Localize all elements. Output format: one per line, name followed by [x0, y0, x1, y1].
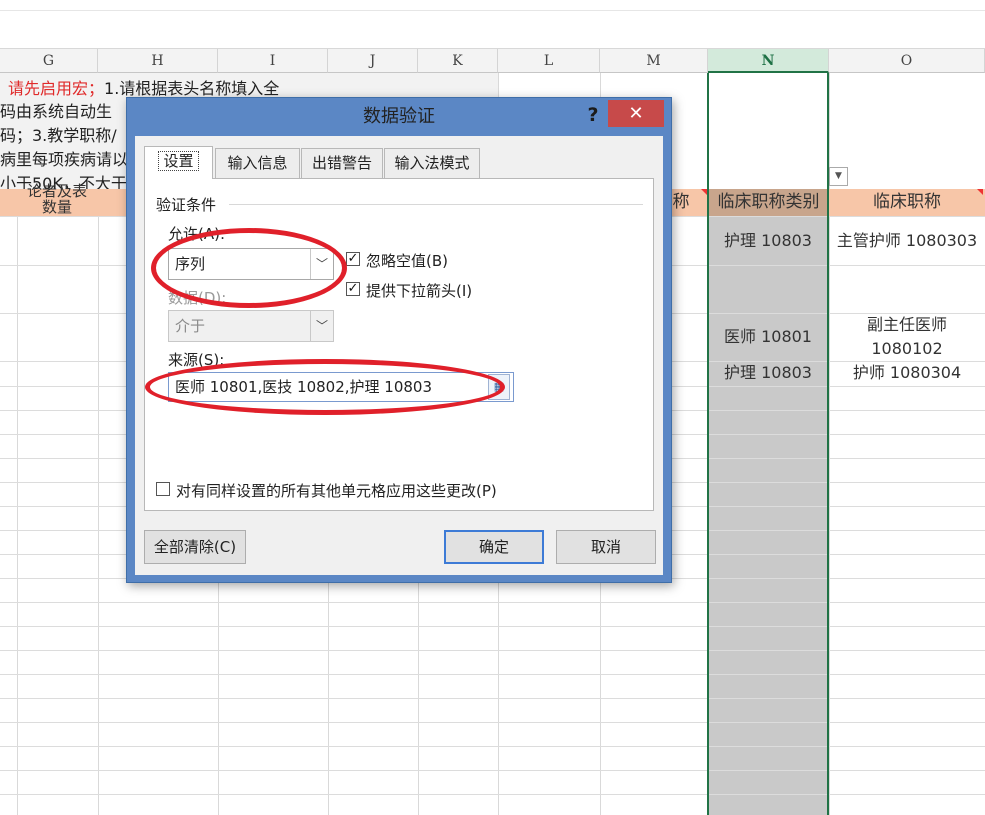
data-value: 介于 [175, 317, 206, 335]
header-g-line2: 数量 [41, 198, 72, 216]
column-header-k[interactable]: K [418, 49, 498, 73]
header-cell-g[interactable]: 论者及表 数量 [15, 182, 99, 215]
tab-settings-label: 设置 [158, 151, 199, 171]
cell-n-row1[interactable]: 护理 10803 [708, 229, 828, 253]
column-header-l[interactable]: L [498, 49, 600, 73]
source-label: 来源(S): [168, 351, 225, 369]
formula-bar-area [0, 0, 985, 49]
source-value: 医师 10801,医技 10802,护理 10803 [175, 378, 432, 396]
header-g-line1: 论者及表 [26, 182, 87, 200]
column-header-j[interactable]: J [328, 49, 418, 73]
cell-o-row1[interactable]: 主管护师 1080303 [829, 229, 985, 253]
cell-n-instructions[interactable] [708, 73, 828, 189]
tab-error-alert[interactable]: 出错警告 [301, 148, 383, 178]
column-header-i[interactable]: I [218, 49, 328, 73]
tab-settings[interactable]: 设置 [144, 146, 213, 179]
clear-all-button[interactable]: 全部清除(C) [144, 530, 246, 564]
cell-o-row2[interactable]: 副主任医师 1080102 [829, 313, 985, 361]
cell-n-row3[interactable]: 护理 10803 [708, 361, 828, 385]
cell-o-row2-line1: 副主任医师 [866, 315, 947, 334]
column-header-m[interactable]: M [600, 49, 708, 73]
section-divider [229, 204, 643, 205]
source-input[interactable]: 医师 10801,医技 10802,护理 10803 [168, 372, 514, 402]
data-validation-dialog: 数据验证 ? ✕ 设置 输入信息 出错警告 输入法模式 验证条件 允许(A): … [126, 97, 672, 583]
dialog-body: 设置 输入信息 出错警告 输入法模式 验证条件 允许(A): 序列 ﹀ ✓ 忽略… [135, 136, 663, 575]
settings-panel: 验证条件 允许(A): 序列 ﹀ ✓ 忽略空值(B) ✓ 提供下拉箭头(I) 数… [144, 178, 654, 511]
cell-o-row3[interactable]: 护师 1080304 [829, 361, 985, 385]
data-label: 数据(D): [168, 289, 227, 307]
tab-input-message[interactable]: 输入信息 [215, 148, 300, 178]
dropdown-arrow-checkbox[interactable]: ✓ [346, 282, 360, 296]
column-header-o[interactable]: O [829, 49, 985, 73]
allow-value: 序列 [175, 255, 206, 273]
selection-border-right [827, 73, 829, 815]
allow-label: 允许(A): [168, 225, 226, 243]
apply-all-label[interactable]: 对有同样设置的所有其他单元格应用这些更改(P) [176, 480, 497, 501]
cancel-button[interactable]: 取消 [556, 530, 656, 564]
section-label: 验证条件 [156, 196, 217, 214]
ok-button[interactable]: 确定 [444, 530, 544, 564]
cell-n-row2[interactable]: 医师 10801 [708, 325, 828, 349]
close-icon[interactable]: ✕ [608, 100, 664, 127]
data-select: 介于 ﹀ [168, 310, 334, 342]
ignore-blank-label[interactable]: 忽略空值(B) [366, 250, 448, 271]
header-cell-o[interactable]: 临床职称 [829, 189, 985, 216]
instruction-line-1: 1.请根据表头名称填入全 [104, 79, 280, 98]
dropdown-arrow-label[interactable]: 提供下拉箭头(I) [366, 280, 472, 301]
column-header-n[interactable]: N [708, 49, 829, 73]
ignore-blank-checkbox[interactable]: ✓ [346, 252, 360, 266]
header-cell-n[interactable]: 临床职称类别 [708, 189, 829, 216]
apply-all-checkbox[interactable] [156, 482, 170, 496]
help-icon[interactable]: ? [582, 102, 604, 128]
column-header-h[interactable]: H [98, 49, 218, 73]
instruction-line-2: 码由系统自动生 [0, 102, 113, 121]
allow-select[interactable]: 序列 ﹀ [168, 248, 334, 280]
selection-border-left [707, 73, 709, 815]
chevron-down-icon: ﹀ [310, 311, 333, 341]
column-header-g[interactable]: G [0, 49, 98, 73]
dropdown-arrow-icon[interactable]: ▼ [829, 167, 848, 186]
chevron-down-icon[interactable]: ﹀ [310, 249, 333, 279]
instruction-line-3: 码；3.教学职称/ [0, 126, 117, 145]
range-select-icon[interactable]: ▦ [488, 374, 510, 400]
instruction-line-4: 病里每项疾病请以 [0, 150, 129, 169]
cell-o-row2-line2: 1080102 [871, 339, 943, 358]
macro-warning: 请先启用宏； [8, 79, 105, 98]
tab-ime-mode[interactable]: 输入法模式 [384, 148, 480, 178]
